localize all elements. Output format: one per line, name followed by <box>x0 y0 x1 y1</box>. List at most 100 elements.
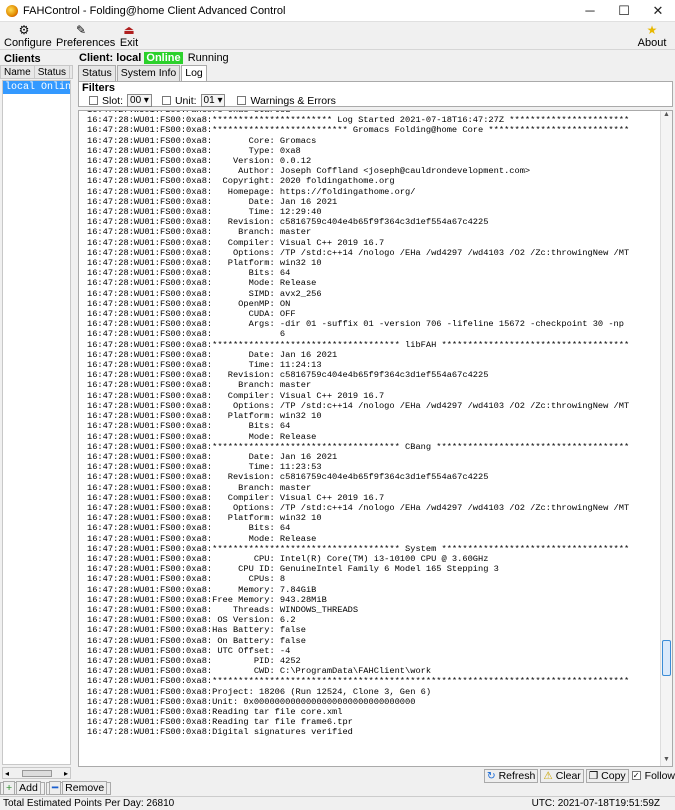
log-line: 16:47:28:WU01:FS00:0xa8:****************… <box>87 441 630 452</box>
scroll-down-icon[interactable]: ▼ <box>661 756 672 766</box>
log-line: 16:47:28:WU01:FS00:0xa8: SIMD: avx2_256 <box>87 288 322 299</box>
preferences-button[interactable]: ✎ Preferences <box>56 22 115 50</box>
log-line: 16:47:28:WU01:FS00:0xa8: Options: /TP /s… <box>87 247 630 258</box>
copy-icon: ❐ <box>588 769 599 782</box>
folding-app-icon <box>6 4 18 17</box>
refresh-button[interactable]: ↻ Refresh <box>483 768 539 783</box>
log-line: 16:47:28:WU01:FS00:0xa8: Branch: master <box>87 227 312 238</box>
log-line: 16:47:28:WU01:FS00:0xa8: Time: 12:29:40 <box>87 207 322 218</box>
points-per-day: Total Estimated Points Per Day: 26810 <box>3 798 175 809</box>
log-line: 16:47:28:WU01:FS00:0xa8: Type: 0xa8 <box>87 145 301 156</box>
log-vertical-scrollbar[interactable]: ▲ ▼ <box>660 111 672 766</box>
exit-icon: ⏏ <box>123 23 135 37</box>
unit-checkbox[interactable] <box>161 96 171 105</box>
log-scroll-thumb[interactable] <box>662 640 671 676</box>
log-line: 16:47:28:WU01:FS00:0xa8: CPU ID: Genuine… <box>87 564 499 575</box>
warnings-label: Warnings & Errors <box>250 94 336 107</box>
utc-time: UTC: 2021-07-18T19:51:59Z <box>531 798 660 809</box>
remove-client-button[interactable]: ━ Remove <box>45 781 112 795</box>
log-line: 16:47:28:WU01:FS00:0xa8: Bits: 64 <box>87 523 291 534</box>
unit-select[interactable]: 01 ▾ <box>200 94 226 107</box>
clients-panel: Clients Name Status local Online ◂ ▸ <box>0 51 73 783</box>
scroll-left-icon[interactable]: ◂ <box>5 769 9 778</box>
slot-select[interactable]: 00 ▾ <box>127 94 152 107</box>
scroll-up-icon[interactable]: ▲ <box>661 111 672 121</box>
warnings-checkbox[interactable] <box>237 96 247 105</box>
log-line: 16:47:28:WU01:FS00:0xa8: Revision: c5816… <box>87 472 489 483</box>
copy-button[interactable]: ❐ Copy <box>585 768 629 783</box>
log-buttons: ↻ Refresh ⚠ Clear ❐ Copy ✓ Follow <box>76 768 675 783</box>
clients-header: Clients <box>4 53 41 65</box>
log-line: 16:47:28:WU01:FS00:0xa8: Compiler: Visua… <box>87 492 385 503</box>
maximize-button[interactable]: ☐ <box>607 0 641 22</box>
log-line: 16:47:28:WU01:FS00:0xa8:Free Memory: 943… <box>87 594 327 605</box>
log-line: 16:47:28:WU01:FS00:0xa8: CWD: C:\Program… <box>87 666 432 677</box>
log-line: 16:47:28:WU01:FS00:0xa8: Bits: 64 <box>87 268 291 279</box>
log-line: 16:47:28:WU01:FS00:0xa8:Reading tar file… <box>87 706 343 717</box>
log-line: 16:47:28:WU01:FS00:0xa8: Options: /TP /s… <box>87 502 630 513</box>
clients-list: local Online <box>2 80 71 765</box>
log-line: 16:47:28:WU01:FS00:0xa8:****************… <box>87 115 630 126</box>
log-line: 16:47:28:WU01:FS00:0xa8: CPUs: 8 <box>87 574 286 585</box>
column-name[interactable]: Name <box>1 66 35 78</box>
about-star-icon: ★ <box>646 23 658 37</box>
log-line: 16:47:28:WU01:FS00:0xa8:****************… <box>87 125 630 136</box>
log-line: 16:47:28:WU01:FS00:0xa8: Bits: 64 <box>87 421 291 432</box>
log-text: 16:47:27:WU01:FS00:FahCore 0xa8 started 1… <box>87 111 665 738</box>
slot-label: Slot: <box>102 94 124 107</box>
about-label: About <box>637 37 667 49</box>
refresh-icon: ↻ <box>486 769 496 782</box>
add-icon: + <box>3 781 16 795</box>
tab-status[interactable]: Status <box>78 65 116 81</box>
tab-system-info[interactable]: System Info <box>116 65 181 81</box>
client-row-local[interactable]: local Online <box>3 81 70 94</box>
clear-button[interactable]: ⚠ Clear <box>540 768 584 783</box>
log-line: 16:47:28:WU01:FS00:0xa8: Compiler: Visua… <box>87 390 385 401</box>
scroll-thumb[interactable] <box>21 769 52 777</box>
exit-label: Exit <box>119 37 139 49</box>
client-status: Online <box>41 82 70 93</box>
remove-icon: ━ <box>48 781 62 795</box>
log-line: 16:47:28:WU01:FS00:0xa8: Platform: win32… <box>87 513 322 524</box>
log-line: 16:47:28:WU01:FS00:0xa8: Author: Joseph … <box>87 166 531 177</box>
log-view[interactable]: 16:47:27:WU01:FS00:FahCore 0xa8 started 1… <box>78 110 673 767</box>
column-status[interactable]: Status <box>35 66 71 78</box>
follow-checkbox[interactable]: ✓ Follow <box>631 770 675 782</box>
log-line: 16:47:28:WU01:FS00:0xa8: 6 <box>87 329 286 340</box>
log-line: 16:47:28:WU01:FS00:0xa8: PID: 4252 <box>87 655 301 666</box>
log-line: 16:47:28:WU01:FS00:0xa8:Unit: 0x00000000… <box>87 696 416 707</box>
log-line: 16:47:28:WU01:FS00:0xa8:Digital signatur… <box>87 727 353 738</box>
log-line: 16:47:28:WU01:FS00:0xa8: Core: Gromacs <box>87 135 317 146</box>
log-line: 16:47:28:WU01:FS00:0xa8: Revision: c5816… <box>87 217 489 228</box>
log-line: 16:47:28:WU01:FS00:0xa8: On Battery: fal… <box>87 635 306 646</box>
log-line: 16:47:28:WU01:FS00:0xa8: Time: 11:23:53 <box>87 462 322 473</box>
log-line: 16:47:28:WU01:FS00:0xa8: UTC Offset: -4 <box>87 645 291 656</box>
log-line: 16:47:28:WU01:FS00:0xa8: Date: Jan 16 20… <box>87 196 338 207</box>
unit-label: Unit: <box>174 94 197 107</box>
about-button[interactable]: ★ About <box>637 22 667 50</box>
log-line: 16:47:28:WU01:FS00:0xa8:Reading tar file… <box>87 717 353 728</box>
follow-check-icon: ✓ <box>631 771 641 780</box>
log-line: 16:47:28:WU01:FS00:0xa8: Mode: Release <box>87 431 317 442</box>
configure-button[interactable]: ⚙ Configure <box>4 22 52 50</box>
title-bar: FAHControl - Folding@home Client Advance… <box>0 0 675 22</box>
filters-box: Filters Slot: 00 ▾ Unit: 01 ▾ Warnings &… <box>78 81 673 107</box>
log-line: 16:47:28:WU01:FS00:0xa8: Platform: win32… <box>87 411 322 422</box>
exit-button[interactable]: ⏏ Exit <box>118 22 140 50</box>
log-line: 16:47:28:WU01:FS00:0xa8: OpenMP: ON <box>87 298 291 309</box>
log-line: 16:47:28:WU01:FS00:0xa8: Mode: Release <box>87 533 317 544</box>
log-line: 16:47:28:WU01:FS00:0xa8: Branch: master <box>87 482 312 493</box>
clear-icon: ⚠ <box>543 769 553 782</box>
minimize-button[interactable]: ─ <box>573 0 607 22</box>
clients-horizontal-scrollbar[interactable]: ◂ ▸ <box>2 767 71 779</box>
log-line: 16:47:28:WU01:FS00:0xa8:****************… <box>87 543 630 554</box>
tab-log[interactable]: Log <box>181 65 207 81</box>
add-client-button[interactable]: + Add <box>0 781 45 795</box>
configure-label: Configure <box>4 37 52 49</box>
clients-column-header: Name Status <box>0 65 73 79</box>
log-line: 16:47:28:WU01:FS00:0xa8:Project: 18206 (… <box>87 686 432 697</box>
scroll-right-icon[interactable]: ▸ <box>64 769 68 778</box>
slot-checkbox[interactable] <box>89 96 98 105</box>
log-line: 16:47:28:WU01:FS00:0xa8:****************… <box>87 339 630 350</box>
close-button[interactable]: ✕ <box>641 0 675 22</box>
